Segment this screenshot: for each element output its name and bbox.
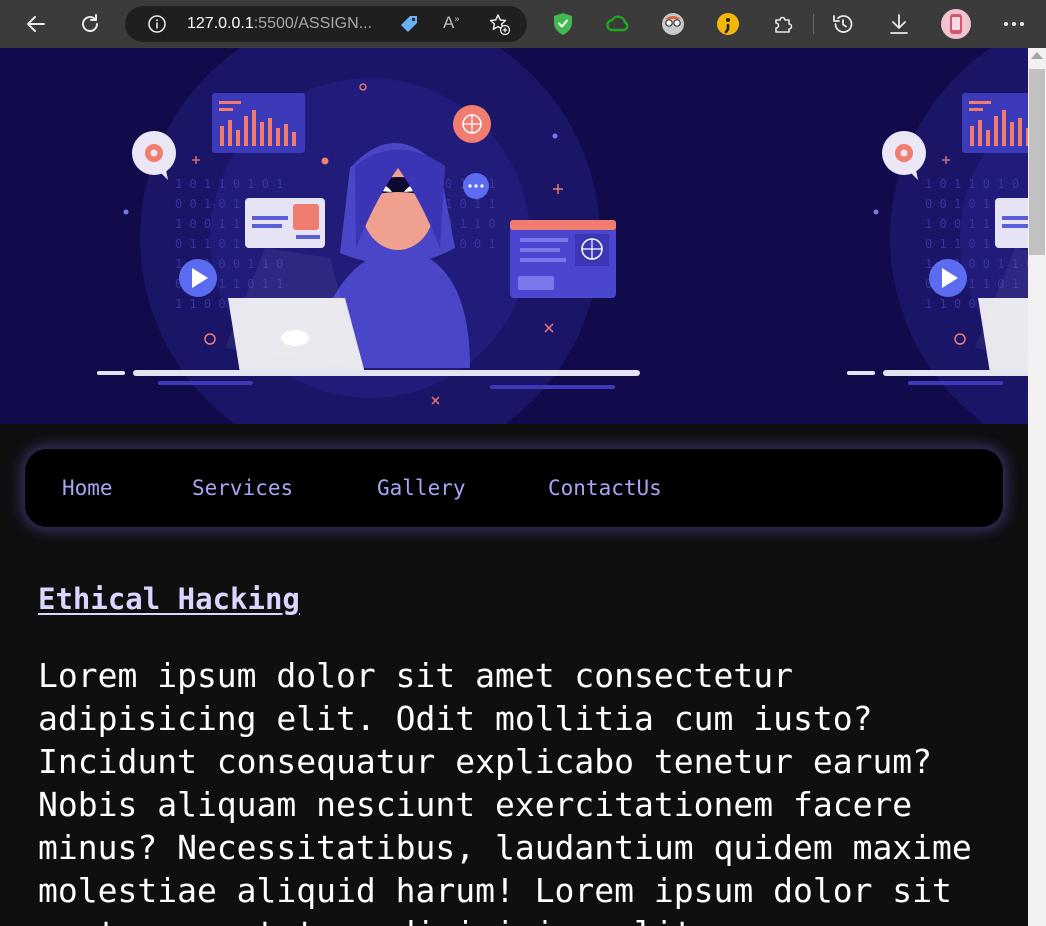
back-arrow-icon[interactable] [20, 8, 52, 40]
profile-avatar[interactable] [941, 9, 971, 43]
hero-banner: 1 0 1 1 0 1 0 1 0 0 1 0 1 1 0 0 1 0 0 1 … [0, 48, 1028, 424]
nav-link-services[interactable]: Services [192, 476, 293, 500]
url-text[interactable]: 127.0.0.1:5500/ASSIGN... [187, 15, 372, 33]
info-icon[interactable] [147, 14, 167, 38]
address-bar[interactable]: 127.0.0.1:5500/ASSIGN... A» [125, 6, 527, 42]
nav-link-home[interactable]: Home [62, 476, 113, 500]
body-paragraph: Lorem ipsum dolor sit amet consectetur a… [38, 656, 972, 926]
avatar-extension-icon[interactable] [660, 11, 686, 41]
page-heading: Ethical Hacking [38, 582, 300, 616]
page-viewport: 1 0 1 1 0 1 0 1 0 0 1 0 1 1 0 0 1 0 0 1 … [0, 48, 1028, 926]
hacker-illustration: 1 0 1 1 0 1 0 1 0 0 1 0 1 1 0 0 1 0 0 1 … [0, 48, 1028, 424]
tag-icon[interactable] [398, 13, 420, 39]
scroll-up-arrow-icon[interactable] [1031, 52, 1043, 59]
shield-extension-icon[interactable] [551, 11, 575, 41]
refresh-icon[interactable] [74, 8, 106, 40]
url-host: 127.0.0.1 [187, 15, 254, 32]
read-aloud-icon[interactable]: A» [443, 13, 459, 33]
more-menu-icon[interactable] [1002, 13, 1026, 39]
history-icon[interactable] [831, 12, 855, 40]
scrollbar-thumb[interactable] [1029, 69, 1045, 255]
nav-link-contactus[interactable]: ContactUs [548, 476, 662, 500]
toolbar-separator [813, 14, 814, 34]
url-path: :5500/ASSIGN... [253, 15, 373, 32]
cloud-extension-icon[interactable] [604, 14, 632, 38]
browser-toolbar: 127.0.0.1:5500/ASSIGN... A» [0, 0, 1046, 48]
semicolon-extension-icon[interactable] [716, 12, 740, 40]
favorite-add-icon[interactable] [487, 12, 511, 40]
extensions-puzzle-icon[interactable] [771, 12, 795, 40]
download-icon[interactable] [887, 12, 911, 40]
main-nav: Home Services Gallery ContactUs [25, 449, 1003, 527]
nav-link-gallery[interactable]: Gallery [377, 476, 466, 500]
